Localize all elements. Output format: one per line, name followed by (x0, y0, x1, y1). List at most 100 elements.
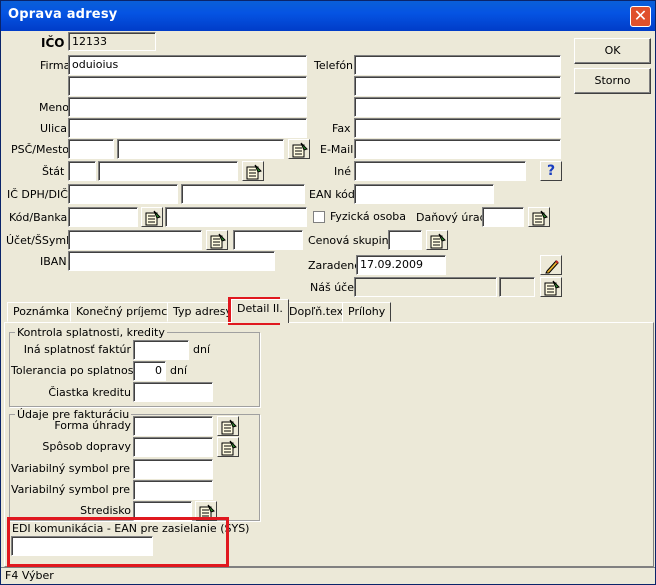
ine-field[interactable] (354, 161, 526, 181)
telefon-field-2[interactable] (354, 76, 561, 96)
email-label: E-Mail (320, 143, 354, 156)
pencil-icon (545, 260, 559, 274)
notepad-icon (210, 233, 226, 249)
telefon-field-3[interactable] (354, 97, 561, 117)
cenova-skupina-field[interactable] (388, 230, 422, 250)
nas-ucet-lookup-button[interactable] (540, 277, 562, 297)
notepad-icon (221, 440, 237, 456)
psc-label: PSČ/Mesto (11, 143, 70, 156)
nas-ucet-field (354, 277, 497, 297)
kod-banky-field[interactable] (68, 207, 138, 227)
notepad-icon (246, 164, 262, 180)
ine-label: Iné (334, 165, 351, 178)
dialog-window: Oprava adresy ✕ IČO 12133 Firma oduioius… (0, 0, 656, 585)
close-button[interactable]: ✕ (630, 6, 651, 27)
dic-field[interactable] (181, 184, 305, 204)
edit-date-button[interactable] (540, 255, 562, 275)
ok-button[interactable]: OK (574, 38, 651, 64)
firma-label: Firma (40, 59, 71, 72)
stat-code-field[interactable] (68, 161, 96, 181)
ico-field: 12133 (68, 32, 156, 51)
firma-field[interactable]: oduioius (68, 55, 307, 75)
tab-konecny-prijemca[interactable]: Konečný príjemca (70, 302, 181, 322)
iban-field[interactable] (68, 251, 275, 271)
ulica-label: Ulica (40, 122, 67, 135)
cancel-button[interactable]: Storno (574, 68, 651, 94)
icdph-field[interactable] (68, 184, 178, 204)
zaradene-label: Zaradené (308, 259, 362, 272)
psc-field[interactable] (68, 139, 114, 159)
ean-label: EAN kód (309, 188, 355, 201)
danovy-urad-label: Daňový úrad (416, 211, 487, 224)
ina-splatnost-field[interactable] (133, 340, 189, 360)
fax-field[interactable] (354, 118, 561, 138)
email-field[interactable] (354, 139, 561, 159)
banka-name-field[interactable] (165, 207, 307, 227)
stat-lookup-button[interactable] (242, 161, 264, 181)
vs-fv-field[interactable] (133, 459, 213, 479)
stredisko-label: Stredisko (80, 504, 131, 517)
zaradene-field[interactable]: 17.09.2009 (356, 255, 446, 275)
edi-highlight-box (7, 517, 229, 567)
sposob-dopravy-lookup-button[interactable] (217, 437, 239, 457)
notepad-icon (430, 233, 446, 249)
ssymb-field[interactable] (233, 230, 303, 250)
help-button[interactable]: ? (540, 161, 562, 181)
forma-uhrady-field[interactable] (133, 416, 213, 436)
tab-prilohy[interactable]: Prílohy (342, 302, 392, 322)
ciastka-label: Čiastka kreditu (48, 386, 131, 399)
danovy-urad-field[interactable] (482, 207, 524, 227)
help-icon: ? (546, 163, 556, 179)
danovy-urad-lookup-button[interactable] (528, 207, 550, 227)
ulica-field[interactable] (68, 118, 307, 138)
telefon-field[interactable] (354, 55, 561, 75)
tolerancia-field[interactable]: 0 (133, 361, 166, 381)
forma-uhrady-label: Forma úhrady (54, 419, 131, 432)
notepad-icon (221, 419, 237, 435)
fyzicka-label: Fyzická osoba (330, 210, 407, 223)
telefon-label: Telefón (314, 59, 354, 72)
banka-lookup-button[interactable] (141, 207, 163, 227)
tolerancia-unit: dní (170, 364, 188, 377)
sposob-dopravy-label: Spôsob dopravy (42, 440, 131, 453)
meno-label: Meno (39, 101, 69, 114)
status-bar: F4 Výber (1, 567, 655, 585)
ucet-lookup-button[interactable] (206, 230, 228, 250)
nas-ucet-field-2 (499, 277, 535, 297)
title-bar: Oprava adresy ✕ (1, 1, 655, 31)
ucet-label: Účet/ŠSymb (6, 234, 74, 247)
ean-field[interactable] (354, 184, 494, 204)
ciastka-field[interactable] (133, 382, 213, 402)
forma-uhrady-lookup-button[interactable] (217, 416, 239, 436)
ucet-field[interactable] (68, 230, 202, 250)
iban-label: IBAN (40, 255, 67, 268)
vs-fp-label: Variabilný symbol pre FP (11, 483, 147, 496)
window-title: Oprava adresy (8, 7, 118, 22)
stat-name-field[interactable] (98, 161, 238, 181)
mesto-field[interactable] (117, 139, 284, 159)
icdph-label: IČ DPH/DIČ (7, 188, 68, 201)
fyzicka-osoba-checkbox[interactable] (313, 211, 325, 223)
ina-splatnost-unit: dní (193, 343, 211, 356)
tab-detail-ii[interactable]: Detail II. (231, 299, 289, 323)
meno-field[interactable] (68, 97, 307, 117)
tab-poznamka[interactable]: Poznámka (7, 302, 76, 322)
notepad-icon (292, 142, 308, 158)
notepad-icon (532, 210, 548, 226)
ico-label: IČO (41, 36, 65, 50)
tolerancia-label: Tolerancia po splatnosti (11, 364, 141, 377)
sposob-dopravy-field[interactable] (133, 437, 213, 457)
vs-fv-label: Variabilný symbol pre FV (11, 462, 148, 475)
cenova-skupina-label: Cenová skupina (308, 234, 396, 247)
kodbanka-label: Kód/Banka (9, 211, 68, 224)
firma-field-2[interactable] (68, 76, 307, 96)
stat-label: Štát (42, 165, 65, 178)
fax-label: Fax (332, 122, 351, 135)
notepad-icon (145, 210, 161, 226)
notepad-icon (544, 280, 560, 296)
psc-lookup-button[interactable] (288, 139, 310, 159)
ina-splatnost-label: Iná splatnosť faktúr (23, 343, 131, 356)
vs-fp-field[interactable] (133, 480, 213, 500)
tab-panel-detail-ii: Kontrola splatnosti, kredity Iná splatno… (4, 322, 654, 567)
cenova-lookup-button[interactable] (426, 230, 448, 250)
